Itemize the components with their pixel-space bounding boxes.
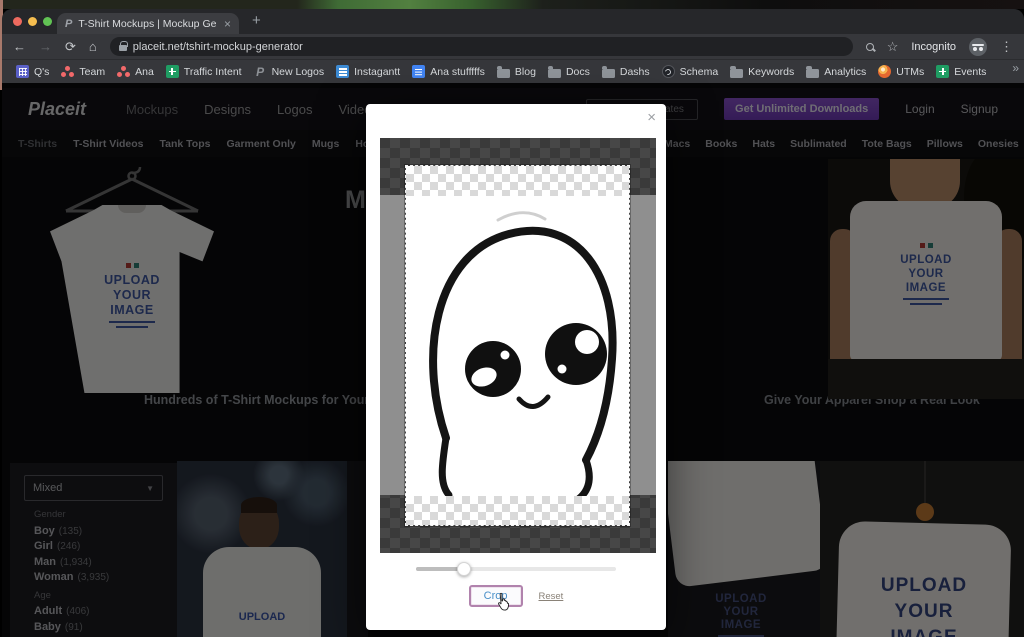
bookmark-label: Team <box>79 66 105 78</box>
bookmark-icon <box>730 69 743 78</box>
bookmark-icon <box>61 65 74 78</box>
bookmark-item[interactable]: UTMs <box>878 65 924 78</box>
search-icon[interactable] <box>866 43 874 51</box>
modal-actions: Crop Reset <box>366 585 666 607</box>
bookmark-icon <box>878 65 891 78</box>
bookmark-label: Dashs <box>620 66 650 78</box>
close-icon[interactable]: × <box>647 110 656 125</box>
bookmark-icon <box>117 65 130 78</box>
reset-button[interactable]: Reset <box>539 591 564 602</box>
bookmark-label: Events <box>954 66 986 78</box>
bookmark-item[interactable]: Instagantt <box>336 65 400 78</box>
crop-dimmed-area <box>630 195 656 495</box>
bookmark-icon <box>166 65 179 78</box>
bookmarks-bar: Q's Team Ana Traffic Intent P New Logos <box>2 59 1024 83</box>
menu-icon[interactable]: ⋮ <box>1000 39 1013 55</box>
bookmark-label: Q's <box>34 66 49 78</box>
zoom-slider[interactable] <box>416 562 616 576</box>
bookmark-icon <box>412 65 425 78</box>
bookmark-item[interactable]: Docs <box>548 66 590 78</box>
address-bar[interactable]: placeit.net/tshirt-mockup-generator <box>110 37 853 56</box>
bookmark-icon <box>497 69 510 78</box>
crop-dimmed-area <box>380 195 405 495</box>
bookmark-item[interactable]: Keywords <box>730 66 794 78</box>
bookmark-item[interactable]: Q's <box>16 65 49 78</box>
bookmark-item[interactable]: P New Logos <box>254 65 325 78</box>
browser-tab[interactable]: P T-Shirt Mockups | Mockup Ge × <box>57 13 239 34</box>
bookmark-icon: P <box>254 65 267 78</box>
bookmark-label: Keywords <box>748 66 794 78</box>
desktop-wallpaper <box>0 0 1024 9</box>
incognito-avatar-icon[interactable] <box>969 38 987 56</box>
bookmark-label: Traffic Intent <box>184 66 242 78</box>
crop-selection-box[interactable] <box>405 165 630 526</box>
bookmark-label: Blog <box>515 66 536 78</box>
bookmark-icon <box>662 65 675 78</box>
window-controls <box>13 17 52 26</box>
bookmark-icon <box>936 65 949 78</box>
bookmark-icon <box>806 69 819 78</box>
uploaded-image-preview <box>406 196 629 496</box>
bookmark-item[interactable]: Schema <box>662 65 719 78</box>
minimize-window-button[interactable] <box>28 17 37 26</box>
incognito-label: Incognito <box>911 41 956 53</box>
close-window-button[interactable] <box>13 17 22 26</box>
lock-icon <box>119 45 127 51</box>
transparent-band <box>406 166 629 196</box>
bookmark-item[interactable]: Events <box>936 65 986 78</box>
tab-close-icon[interactable]: × <box>224 18 231 30</box>
bookmark-icon <box>336 65 349 78</box>
browser-toolbar: ← → ⟳ ⌂ placeit.net/tshirt-mockup-genera… <box>2 34 1024 59</box>
transparent-band <box>406 496 629 525</box>
bookmark-item[interactable]: Analytics <box>806 66 866 78</box>
tab-title: T-Shirt Mockups | Mockup Ge <box>78 18 218 30</box>
home-icon[interactable]: ⌂ <box>89 40 97 53</box>
cartoon-character-drawing <box>406 196 631 496</box>
bookmark-item[interactable]: Ana <box>117 65 154 78</box>
tab-favicon: P <box>65 18 72 30</box>
new-tab-button[interactable]: + <box>252 12 261 29</box>
forward-icon[interactable]: → <box>39 40 52 53</box>
slider-thumb[interactable] <box>457 562 471 576</box>
bookmark-label: UTMs <box>896 66 924 78</box>
bookmark-label: Instagantt <box>354 66 400 78</box>
url-text[interactable]: placeit.net/tshirt-mockup-generator <box>133 41 303 53</box>
bookmarks-overflow-icon[interactable]: » <box>1012 61 1019 75</box>
image-crop-modal: × <box>366 104 666 630</box>
bookmark-label: New Logos <box>272 66 325 78</box>
bookmark-star-icon[interactable]: ☆ <box>887 39 899 55</box>
bookmark-item[interactable]: Team <box>61 65 105 78</box>
bookmark-item[interactable]: Blog <box>497 66 536 78</box>
bookmark-label: Schema <box>680 66 719 78</box>
back-icon[interactable]: ← <box>13 40 26 53</box>
bookmark-icon <box>602 69 615 78</box>
bookmark-item[interactable]: Traffic Intent <box>166 65 242 78</box>
bookmark-icon <box>548 69 561 78</box>
bookmark-label: Ana <box>135 66 154 78</box>
bookmark-item[interactable]: Dashs <box>602 66 650 78</box>
bookmark-icon <box>16 65 29 78</box>
bookmark-item[interactable]: Ana stufffffs <box>412 65 485 78</box>
bookmark-label: Analytics <box>824 66 866 78</box>
tab-strip: P T-Shirt Mockups | Mockup Ge × + <box>2 9 1024 34</box>
reload-icon[interactable]: ⟳ <box>65 40 76 53</box>
bookmark-label: Ana stufffffs <box>430 66 485 78</box>
cursor-pointer-icon <box>494 592 511 612</box>
crop-canvas[interactable] <box>380 138 656 553</box>
bookmark-label: Docs <box>566 66 590 78</box>
screen: P T-Shirt Mockups | Mockup Ge × + ← → ⟳ … <box>0 0 1024 637</box>
zoom-window-button[interactable] <box>43 17 52 26</box>
